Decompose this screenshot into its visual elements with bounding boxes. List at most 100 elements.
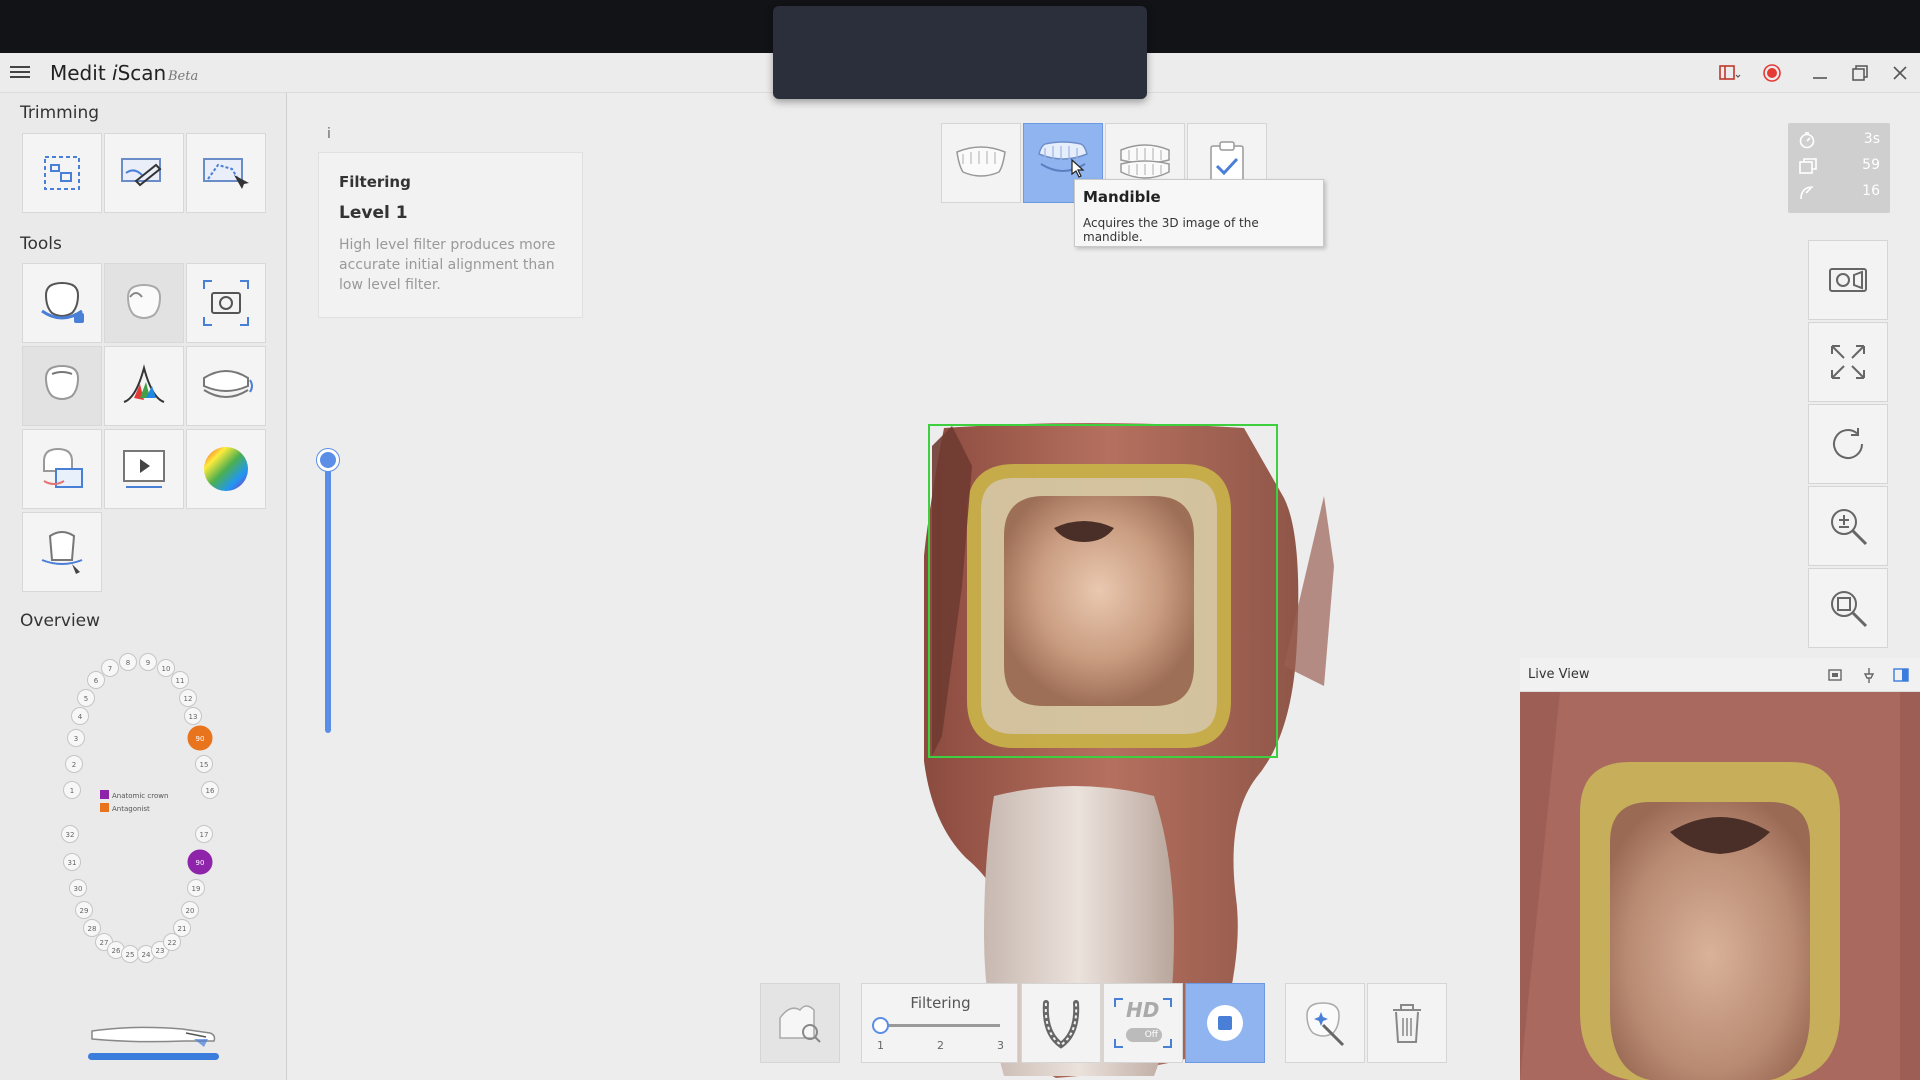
zoom-button[interactable] xyxy=(1808,486,1888,566)
stage-maxilla-button[interactable] xyxy=(941,123,1021,203)
tooth-number: 28 xyxy=(88,925,97,933)
live-view-image xyxy=(1520,692,1920,1080)
tools-title: Tools xyxy=(20,234,62,254)
filter-level-3: 3 xyxy=(997,1039,1004,1052)
occlusion-icon xyxy=(43,447,83,488)
tooth-number: 8 xyxy=(126,659,130,667)
playback-button[interactable] xyxy=(104,429,184,509)
tooth-mode-button[interactable] xyxy=(22,346,102,426)
crown-tool-button[interactable] xyxy=(22,512,102,592)
ai-filter-button[interactable] xyxy=(1285,983,1365,1063)
live-view-header: Live View xyxy=(1520,658,1920,692)
tooth-number: 11 xyxy=(176,677,185,685)
minimize-icon[interactable] xyxy=(1808,61,1832,85)
camera-capture-icon xyxy=(203,280,249,326)
tooth-number: 3 xyxy=(74,735,78,743)
trash-icon xyxy=(1393,1004,1421,1043)
trim-lasso-icon xyxy=(121,158,162,187)
layout-icon[interactable] xyxy=(1718,61,1742,85)
tooth-number: 29 xyxy=(80,907,89,915)
filtering-slider-handle[interactable] xyxy=(872,1017,889,1034)
tooth-lock-icon xyxy=(41,281,84,323)
fit-to-screen-button[interactable] xyxy=(1808,322,1888,402)
tooth-number: 25 xyxy=(126,951,135,959)
margin-line-button[interactable] xyxy=(104,346,184,426)
color-wheel-icon xyxy=(204,447,248,491)
trimming-title: Trimming xyxy=(20,103,100,123)
filtering-control[interactable]: Filtering 1 2 3 xyxy=(861,983,1018,1063)
trim-lasso-button[interactable] xyxy=(104,133,184,213)
menu-icon[interactable] xyxy=(10,63,30,83)
crown-edit-icon xyxy=(41,531,83,574)
info-icon[interactable]: i xyxy=(320,126,338,144)
close-icon[interactable] xyxy=(1888,61,1912,85)
scanner-handpiece-icon xyxy=(88,1026,219,1060)
tooth-number: 90 xyxy=(196,859,205,867)
filter-card-heading: Filtering xyxy=(339,173,411,191)
filter-level-slider-track[interactable] xyxy=(325,455,331,733)
stat-speed: 16 xyxy=(1794,180,1884,204)
live-view-pin-icon[interactable] xyxy=(1860,666,1878,684)
filter-card-level: Level 1 xyxy=(339,203,408,223)
delete-button[interactable] xyxy=(1367,983,1447,1063)
trim-polygon-button[interactable] xyxy=(186,133,266,213)
tooth-number: 5 xyxy=(84,695,88,703)
stat-frames-value: 59 xyxy=(1862,157,1880,173)
color-mode-button[interactable] xyxy=(186,429,266,509)
lock-tooth-button[interactable] xyxy=(22,263,102,343)
filtering-slider-track[interactable] xyxy=(880,1024,1000,1027)
occlusion-analysis-button[interactable] xyxy=(22,429,102,509)
capture-button[interactable] xyxy=(186,263,266,343)
app-title: Medit iScan xyxy=(50,61,167,85)
hd-toggle-button[interactable]: HD Off xyxy=(1103,983,1183,1063)
live-view-title: Live View xyxy=(1528,667,1590,682)
legend-label: Anatomic crown xyxy=(112,792,168,800)
live-view-snapshot-icon[interactable] xyxy=(1826,666,1844,684)
filter-info-card: Filtering Level 1 High level filter prod… xyxy=(318,152,583,318)
trim-select-box-button[interactable] xyxy=(22,133,102,213)
speed-icon xyxy=(1800,186,1814,200)
tooth-number: 30 xyxy=(74,885,83,893)
legend-swatch xyxy=(100,803,109,812)
tooth-number: 24 xyxy=(142,951,151,959)
reset-view-button[interactable] xyxy=(1808,404,1888,484)
restore-icon[interactable] xyxy=(1848,61,1872,85)
stop-scan-button[interactable] xyxy=(1185,983,1265,1063)
zoom-fit-button[interactable] xyxy=(1808,568,1888,648)
scan-search-button[interactable] xyxy=(760,983,840,1063)
tooth-number: 15 xyxy=(200,761,209,769)
dental-arch-icon xyxy=(203,370,253,398)
tooltip-title: Mandible xyxy=(1083,188,1161,206)
stat-time: 3s xyxy=(1794,128,1884,152)
stat-speed-value: 16 xyxy=(1862,183,1880,199)
record-icon[interactable] xyxy=(1760,61,1784,85)
tooth-number: 13 xyxy=(189,713,198,721)
tooth-number: 10 xyxy=(162,665,171,673)
tooth-number: 26 xyxy=(112,947,121,955)
arch-mode-button[interactable] xyxy=(1021,983,1101,1063)
tooth-number: 4 xyxy=(78,713,83,721)
stat-time-value: 3s xyxy=(1863,131,1880,147)
scan-stats-panel: 3s 59 16 xyxy=(1788,123,1890,213)
overview-title: Overview xyxy=(20,611,101,631)
tooth-number: 19 xyxy=(192,885,201,893)
tooltip-description: Acquires the 3D image of the mandible. xyxy=(1083,216,1259,244)
stop-icon xyxy=(1207,1005,1243,1041)
tooth-number: 2 xyxy=(72,761,76,769)
tooth-number: 7 xyxy=(108,665,112,673)
legend-swatch xyxy=(100,790,109,799)
trim-polygon-icon xyxy=(203,158,249,189)
maxilla-icon xyxy=(956,146,1006,177)
video-record-button[interactable] xyxy=(1808,240,1888,320)
live-view-dock-icon[interactable] xyxy=(1892,666,1910,684)
arch-align-button[interactable] xyxy=(186,346,266,426)
eraser-tool-button[interactable] xyxy=(104,263,184,343)
tooth-number: 9 xyxy=(146,659,150,667)
tooth-number: 12 xyxy=(184,695,193,703)
filter-level-slider-handle[interactable] xyxy=(317,449,339,471)
tooth-number: 32 xyxy=(66,831,75,839)
beta-label: Beta xyxy=(168,69,199,84)
tooth-number: 20 xyxy=(186,907,195,915)
filter-level-2: 2 xyxy=(937,1039,944,1052)
hd-state-toggle[interactable]: Off xyxy=(1126,1028,1162,1042)
